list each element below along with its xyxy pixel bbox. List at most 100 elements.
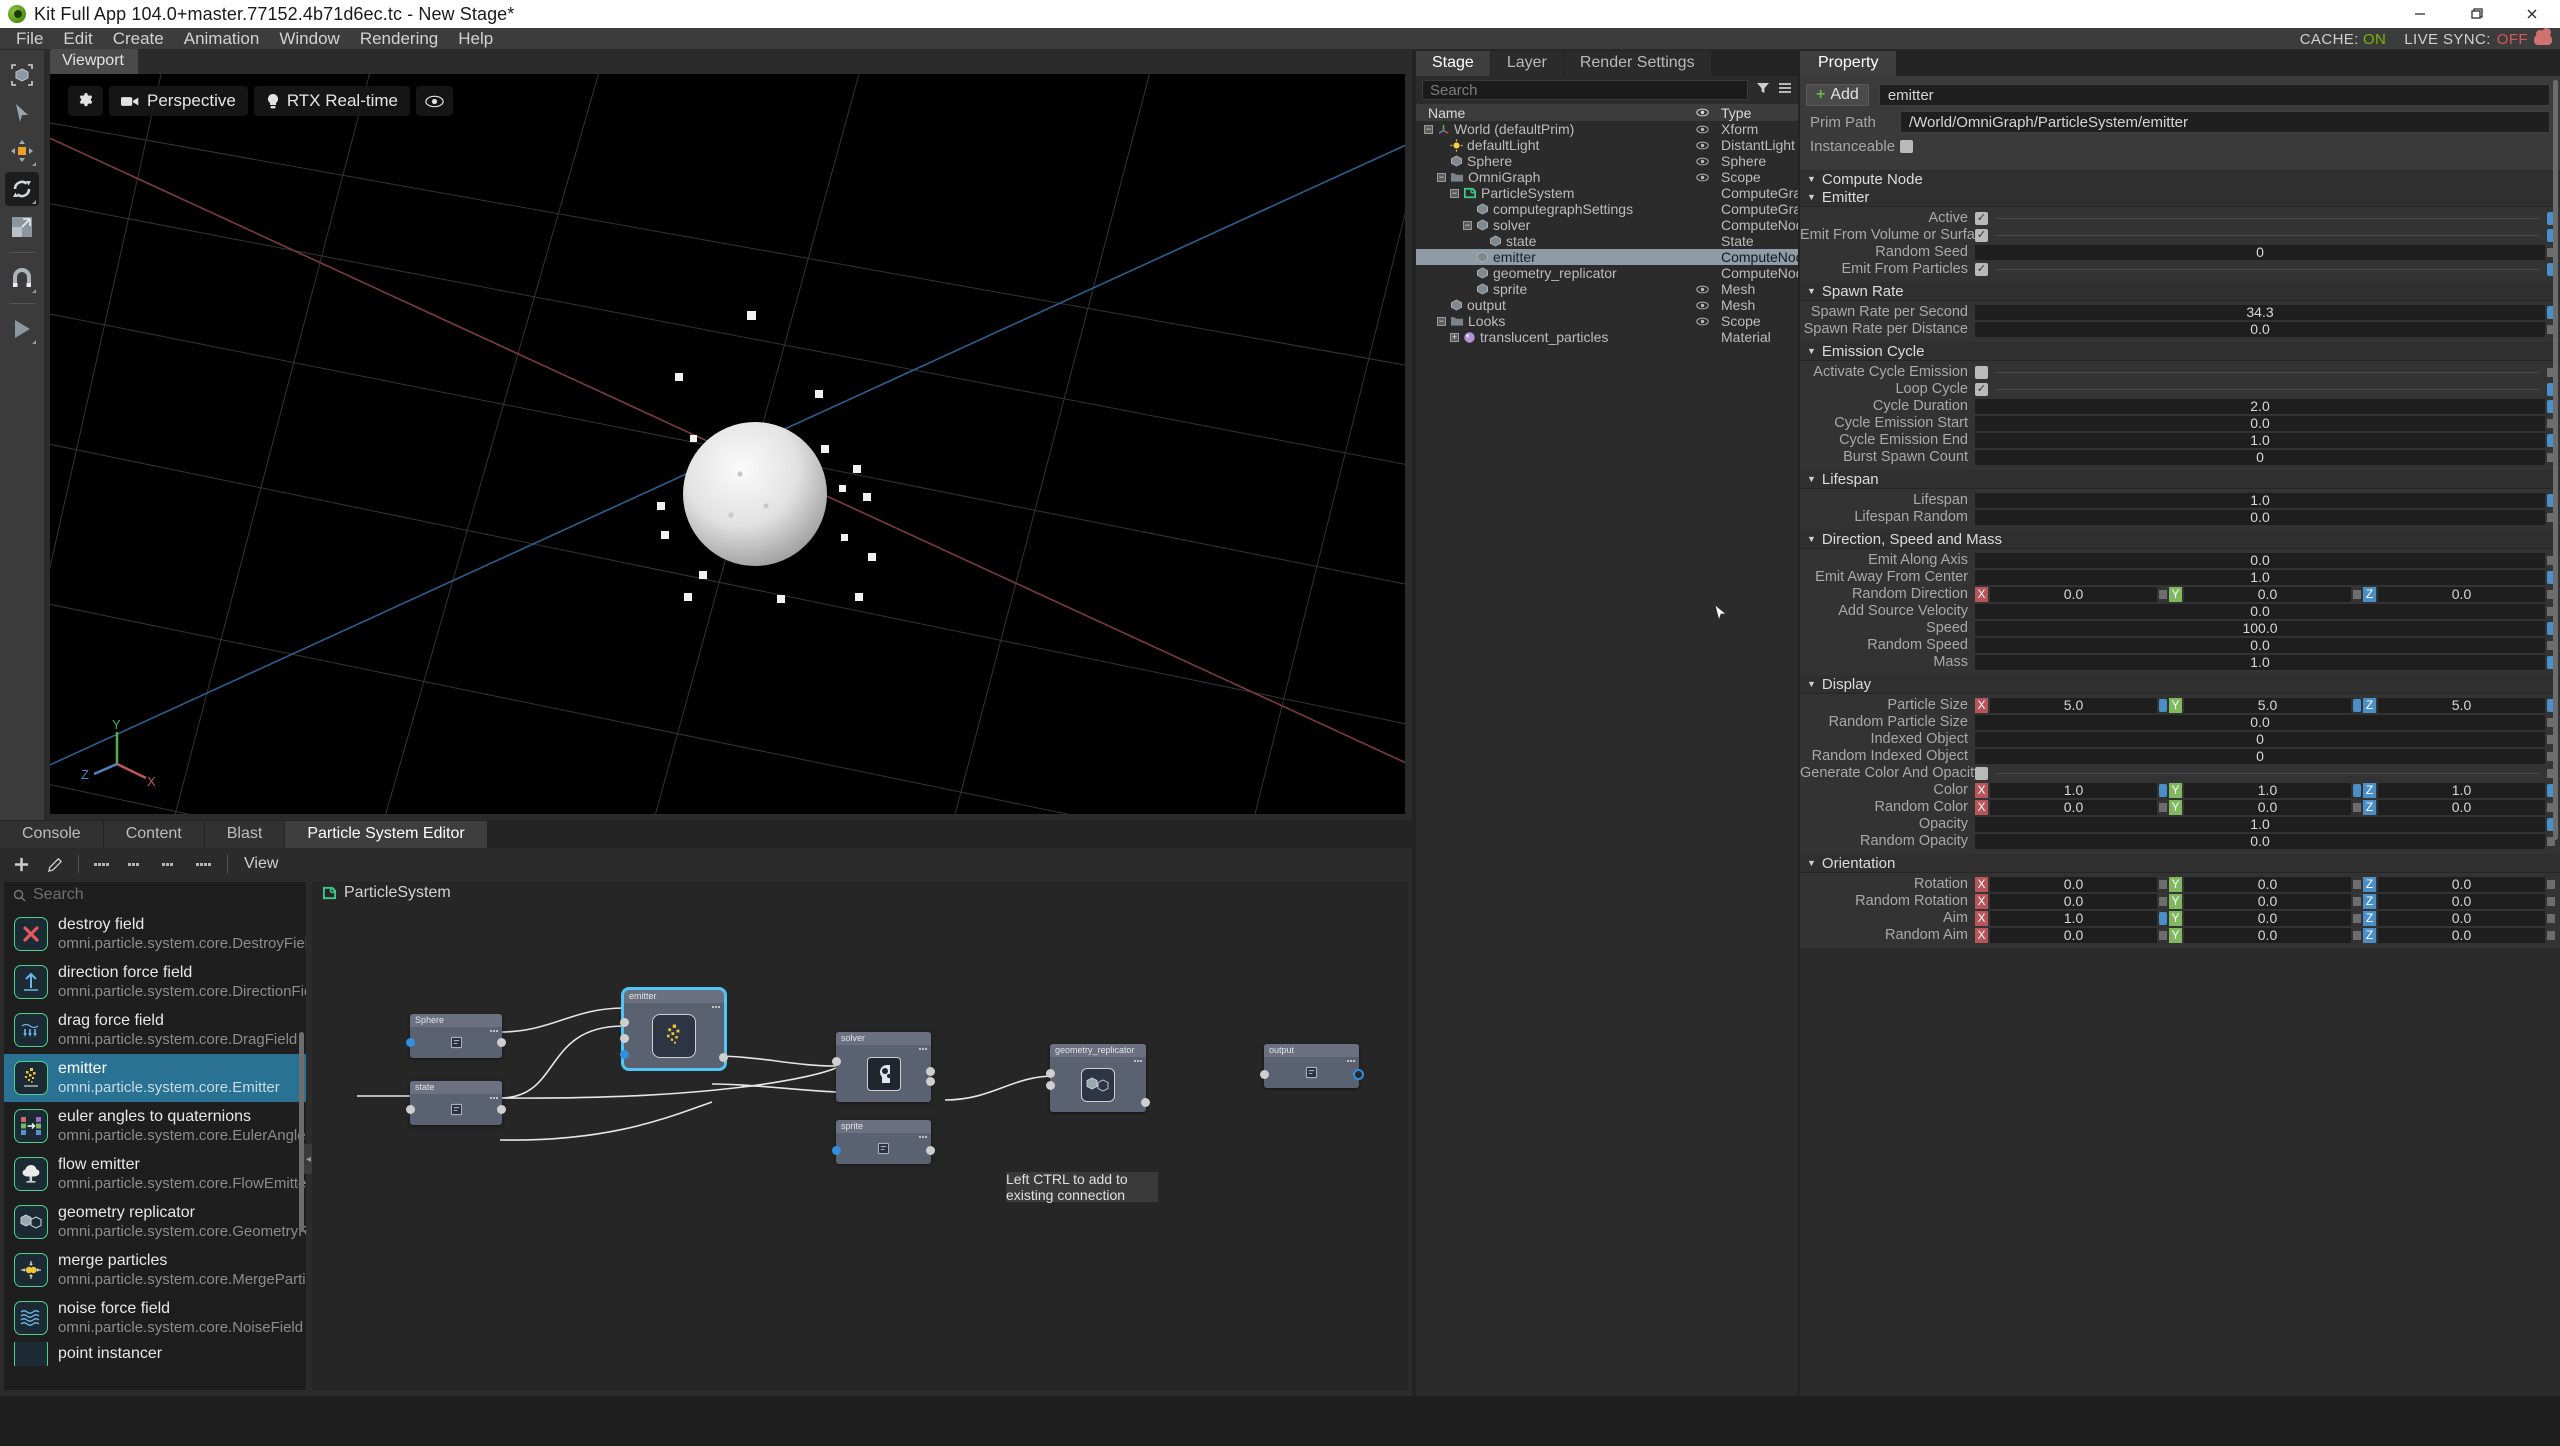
tab-property[interactable]: Property bbox=[1800, 51, 1897, 76]
section-header[interactable]: ▼ Emission Cycle bbox=[1800, 342, 2560, 360]
edit-pencil-icon[interactable] bbox=[44, 853, 66, 875]
property-number-input-y[interactable]: 0.0 bbox=[2184, 876, 2351, 892]
tab-layer[interactable]: Layer bbox=[1490, 51, 1564, 76]
property-number-input-x[interactable]: 1.0 bbox=[1990, 910, 2157, 926]
property-revert-indicator[interactable] bbox=[2159, 930, 2167, 940]
property-number-input-z[interactable]: 1.0 bbox=[2378, 782, 2545, 798]
stage-row[interactable]: computegraphSettings ComputeGraphSe bbox=[1416, 201, 1798, 217]
property-number-input-z[interactable]: 0.0 bbox=[2378, 927, 2545, 943]
list-item[interactable]: drag force field omni.particle.system.co… bbox=[4, 1006, 306, 1054]
property-number-input[interactable]: 1.0 bbox=[1975, 816, 2545, 832]
graph-node-sphere[interactable]: Sphere bbox=[406, 1014, 506, 1058]
property-revert-indicator[interactable] bbox=[2547, 879, 2555, 889]
property-number-input[interactable]: 1.0 bbox=[1975, 492, 2545, 508]
property-number-input-z[interactable]: 0.0 bbox=[2378, 910, 2545, 926]
tab-content[interactable]: Content bbox=[103, 821, 205, 848]
property-number-input-z[interactable]: 0.0 bbox=[2378, 799, 2545, 815]
property-number-input[interactable]: 34.3 bbox=[1975, 304, 2545, 320]
arrow-cursor-tool[interactable] bbox=[5, 96, 39, 130]
property-number-input-z[interactable]: 0.0 bbox=[2378, 876, 2545, 892]
property-revert-indicator[interactable] bbox=[2159, 879, 2167, 889]
property-revert-indicator[interactable] bbox=[2353, 879, 2361, 889]
list-item[interactable]: flow emitter omni.particle.system.core.F… bbox=[4, 1150, 306, 1198]
property-number-input-z[interactable]: 5.0 bbox=[2378, 697, 2545, 713]
property-number-input-x[interactable]: 0.0 bbox=[1990, 893, 2157, 909]
maximize-button[interactable] bbox=[2448, 0, 2504, 28]
graph-node-solver[interactable]: solver bbox=[832, 1032, 935, 1102]
property-number-input[interactable]: 1.0 bbox=[1975, 569, 2545, 585]
property-number-input-x[interactable]: 0.0 bbox=[1990, 927, 2157, 943]
property-number-input[interactable]: 0.0 bbox=[1975, 637, 2545, 653]
stage-search-input[interactable]: Search bbox=[1422, 80, 1748, 100]
list-item[interactable]: noise force field omni.particle.system.c… bbox=[4, 1294, 306, 1342]
property-scrollbar[interactable] bbox=[2553, 80, 2558, 840]
tab-console[interactable]: Console bbox=[0, 821, 104, 848]
tab-stage[interactable]: Stage bbox=[1416, 51, 1491, 76]
menu-help[interactable]: Help bbox=[448, 28, 503, 50]
section-header[interactable]: ▼ Spawn Rate bbox=[1800, 282, 2560, 300]
property-checkbox[interactable]: ✓ bbox=[1975, 262, 1988, 276]
close-button[interactable] bbox=[2504, 0, 2560, 28]
stage-row[interactable]: + translucent_particles Material bbox=[1416, 329, 1798, 345]
minimize-button[interactable] bbox=[2392, 0, 2448, 28]
expander-collapse[interactable]: − bbox=[1437, 316, 1446, 326]
play-tool[interactable] bbox=[5, 312, 39, 346]
property-number-input[interactable]: 0 bbox=[1975, 449, 2545, 465]
section-header[interactable]: ▼ Emitter bbox=[1800, 188, 2560, 206]
stage-row[interactable]: sprite Mesh bbox=[1416, 281, 1798, 297]
viewport-settings-button[interactable] bbox=[68, 86, 103, 116]
expander-expand[interactable]: + bbox=[1450, 332, 1459, 342]
property-number-input-z[interactable]: 0.0 bbox=[2378, 893, 2545, 909]
expander-collapse[interactable]: − bbox=[1450, 188, 1459, 198]
tab-particle-system-editor[interactable]: Particle System Editor bbox=[285, 821, 488, 848]
menu-file[interactable]: File bbox=[6, 28, 53, 50]
menu-edit[interactable]: Edit bbox=[53, 28, 102, 50]
graph-node-emitter[interactable]: emitter bbox=[620, 987, 728, 1071]
menu-create[interactable]: Create bbox=[103, 28, 174, 50]
graph-node-output[interactable]: output bbox=[1260, 1044, 1364, 1088]
property-checkbox[interactable]: ✓ bbox=[1975, 382, 1988, 396]
property-number-input-x[interactable]: 0.0 bbox=[1990, 799, 2157, 815]
filter-icon[interactable] bbox=[1756, 79, 1770, 101]
select-bbox-tool[interactable] bbox=[5, 58, 39, 92]
property-revert-indicator[interactable] bbox=[2353, 913, 2361, 923]
stage-tree[interactable]: − World (defaultPrim) Xform defaultLight Dis… bbox=[1416, 121, 1798, 345]
property-revert-indicator[interactable] bbox=[2353, 783, 2361, 797]
stage-row[interactable]: − OmniGraph Scope bbox=[1416, 169, 1798, 185]
visibility-eye-icon[interactable] bbox=[1688, 285, 1716, 294]
section-header[interactable]: ▼ Lifespan bbox=[1800, 470, 2560, 488]
stage-row[interactable]: Sphere Sphere bbox=[1416, 153, 1798, 169]
property-number-input[interactable]: 0.0 bbox=[1975, 714, 2545, 730]
stage-row[interactable]: state State bbox=[1416, 233, 1798, 249]
property-number-input[interactable]: 2.0 bbox=[1975, 398, 2545, 414]
section-header[interactable]: ▼ Orientation bbox=[1800, 854, 2560, 872]
property-number-input-y[interactable]: 1.0 bbox=[2184, 782, 2351, 798]
property-number-input[interactable]: 0.0 bbox=[1975, 321, 2545, 337]
property-revert-indicator[interactable] bbox=[2159, 911, 2167, 925]
list-item-emitter[interactable]: emitter omni.particle.system.core.Emitte… bbox=[4, 1054, 306, 1102]
property-revert-indicator[interactable] bbox=[2353, 698, 2361, 712]
property-checkbox[interactable]: ✓ bbox=[1975, 228, 1988, 242]
section-header[interactable]: ▼ Direction, Speed and Mass bbox=[1800, 530, 2560, 548]
visibility-eye-icon[interactable] bbox=[1688, 157, 1716, 166]
property-number-input[interactable]: 0 bbox=[1975, 748, 2545, 764]
visibility-eye-icon[interactable] bbox=[1688, 301, 1716, 310]
property-number-input-y[interactable]: 0.0 bbox=[2184, 910, 2351, 926]
property-number-input[interactable]: 0.0 bbox=[1975, 833, 2545, 849]
property-number-input[interactable]: 1.0 bbox=[1975, 432, 2545, 448]
section-header[interactable]: ▼ Display bbox=[1800, 675, 2560, 693]
align-icon-4[interactable] bbox=[193, 853, 215, 875]
property-number-input-x[interactable]: 5.0 bbox=[1990, 697, 2157, 713]
property-revert-indicator[interactable] bbox=[2353, 802, 2361, 812]
visibility-eye-icon[interactable] bbox=[1688, 125, 1716, 134]
expander-collapse[interactable]: − bbox=[1437, 172, 1446, 182]
property-revert-indicator[interactable] bbox=[2547, 930, 2555, 940]
instanceable-checkbox[interactable] bbox=[1900, 140, 1913, 153]
property-revert-indicator[interactable] bbox=[2547, 913, 2555, 923]
add-button[interactable]: + Add bbox=[1806, 84, 1869, 106]
list-item[interactable]: geometry replicator omni.particle.system… bbox=[4, 1198, 306, 1246]
tab-blast[interactable]: Blast bbox=[204, 821, 286, 848]
node-library-scrollbar[interactable] bbox=[299, 1032, 304, 1232]
property-revert-indicator[interactable] bbox=[2353, 896, 2361, 906]
list-item[interactable]: point instancer bbox=[4, 1342, 306, 1366]
